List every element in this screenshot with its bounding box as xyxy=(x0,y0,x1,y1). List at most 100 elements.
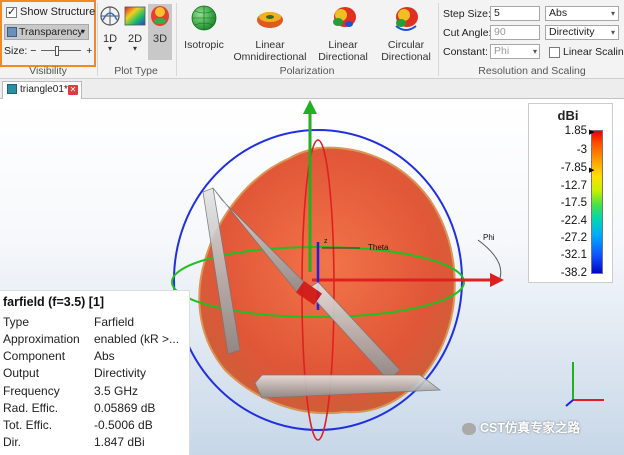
size-label: Size: xyxy=(4,45,28,57)
circular-pattern-icon xyxy=(395,7,418,31)
colorbar-legend: dBi 1.85 -3 -7.85 -12.7 -17.5 -22.4 -27.… xyxy=(528,103,613,283)
info-row-type: Type Farfield xyxy=(3,315,135,329)
tab-triangle01[interactable]: triangle01* ✕ xyxy=(2,81,82,99)
info-row-frequency: Frequency 3.5 GHz xyxy=(3,384,139,398)
step-size-label: Step Size: xyxy=(443,8,491,20)
plot-type-3d-label: 3D xyxy=(152,33,168,45)
info-row-output: Output Directivity xyxy=(3,366,147,380)
info-panel-title: farfield (f=3.5) [1] xyxy=(3,295,105,309)
isotropic-label: Isotropic xyxy=(184,39,224,51)
colorbar-tick: 1.85 xyxy=(564,125,587,137)
x-axis-arrow xyxy=(490,273,504,287)
linear-scaling-label: Linear Scaling xyxy=(563,46,624,58)
ribbon-separator xyxy=(438,3,439,76)
size-decrease-button[interactable]: − xyxy=(30,45,36,57)
info-row-tot-effic: Tot. Effic. -0.5006 dB xyxy=(3,418,153,432)
torus-pattern-icon xyxy=(257,12,283,28)
size-slider[interactable] xyxy=(41,46,82,57)
constant-select-value: Phi xyxy=(494,45,510,57)
isotropic-button[interactable]: Isotropic xyxy=(180,4,228,51)
watermark: CST仿真专家之路 xyxy=(462,417,580,436)
colorbar-tick: -17.5 xyxy=(560,197,587,209)
show-structure-checkbox[interactable]: Show Structure xyxy=(6,5,96,18)
linear-omni-label-2: Omnidirectional xyxy=(233,51,307,63)
tab-label: triangle01* xyxy=(20,84,68,95)
circular-directional-button[interactable]: Circular Directional xyxy=(376,4,436,63)
plot-1d-icon xyxy=(100,6,120,26)
directional-pattern-icon xyxy=(333,7,356,27)
document-tab-strip: triangle01* ✕ xyxy=(0,79,624,99)
polarization-group-label: Polarization xyxy=(279,65,335,77)
phi-arc xyxy=(477,239,502,279)
chevron-down-icon: ▾ xyxy=(532,47,537,56)
linear-directional-button[interactable]: Linear Directional xyxy=(311,4,375,63)
colorbar-tick: -38.2 xyxy=(560,267,587,279)
farfield-info-panel: farfield (f=3.5) [1] Type Farfield Approx… xyxy=(0,290,190,455)
linear-scaling-checkbox[interactable]: Linear Scaling xyxy=(549,46,624,58)
transparency-label: Transparency xyxy=(19,26,83,38)
chevron-down-icon: ▾ xyxy=(80,27,85,36)
circular-directional-label-2: Directional xyxy=(381,51,431,63)
watermark-text: CST仿真专家之路 xyxy=(480,421,581,435)
step-size-input[interactable]: 5 xyxy=(490,6,540,21)
chevron-down-icon: ▾ xyxy=(610,9,615,18)
plot-2d-icon xyxy=(124,6,146,26)
farfield-doc-icon xyxy=(7,84,17,95)
info-row-rad-effic: Rad. Effic. 0.05869 dB xyxy=(3,401,156,415)
ribbon-separator xyxy=(176,3,177,76)
colorbar-gradient xyxy=(591,130,603,274)
cut-angle-input[interactable]: 90 xyxy=(490,25,540,40)
max-marker-icon: ▶ xyxy=(589,129,595,136)
chevron-down-icon: ▾ xyxy=(107,44,112,53)
output-select[interactable]: Directivity ▾ xyxy=(545,25,619,40)
orientation-triad xyxy=(565,362,604,407)
info-row-dir: Dir. 1.847 dBi xyxy=(3,435,145,449)
resolution-group-label: Resolution and Scaling xyxy=(478,65,586,77)
transparency-button[interactable]: Transparency ▾ xyxy=(4,24,89,40)
checkbox-checked-icon xyxy=(6,5,17,18)
component-select[interactable]: Abs ▾ xyxy=(545,6,619,21)
plot-type-3d-button[interactable]: 3D xyxy=(148,4,172,60)
y-axis-arrow xyxy=(303,100,317,114)
chevron-down-icon: ▾ xyxy=(132,44,137,53)
ribbon: Show Structure Transparency ▾ Size: − + … xyxy=(0,0,624,79)
plot-type-1d-button[interactable]: 1D ▾ xyxy=(98,4,122,53)
size-increase-button[interactable]: + xyxy=(86,45,92,57)
visibility-group-label: Visibility xyxy=(29,65,67,77)
info-row-component: Component Abs xyxy=(3,349,115,363)
wechat-icon xyxy=(462,422,476,435)
colorbar-tick: -22.4 xyxy=(560,215,587,227)
z-axis-label: z xyxy=(324,238,328,245)
phi-axis-label: Phi xyxy=(483,233,495,242)
colorbar-tick: -32.1 xyxy=(560,249,587,261)
linear-directional-label-2: Directional xyxy=(318,51,368,63)
colorbar-tick: -27.2 xyxy=(560,232,587,244)
transparency-icon xyxy=(7,27,17,38)
plot-3d-icon xyxy=(151,6,169,26)
chevron-down-icon: ▾ xyxy=(610,28,615,37)
colorbar-unit: dBi xyxy=(557,108,579,123)
linear-omni-label-1: Linear xyxy=(255,39,285,51)
close-tab-icon[interactable]: ✕ xyxy=(68,85,78,95)
plot-type-2d-button[interactable]: 2D ▾ xyxy=(123,4,147,53)
cut-angle-label: Cut Angle: xyxy=(443,27,492,39)
theta-axis-label: Theta xyxy=(368,243,389,252)
colorbar-tick: -3 xyxy=(576,144,587,156)
show-structure-label: Show Structure xyxy=(20,6,96,18)
output-select-value: Directivity xyxy=(549,26,595,38)
linear-directional-label-1: Linear xyxy=(328,39,358,51)
component-select-value: Abs xyxy=(549,7,568,19)
circular-directional-label-1: Circular xyxy=(387,39,425,51)
isotropic-sphere-icon xyxy=(191,5,217,31)
size-control: Size: − + xyxy=(4,45,92,57)
constant-select[interactable]: Phi ▾ xyxy=(490,44,540,59)
checkbox-unchecked-icon xyxy=(549,46,560,58)
current-marker-icon: ▶ xyxy=(589,167,595,174)
constant-label: Constant: xyxy=(443,46,488,58)
size-slider-thumb[interactable] xyxy=(55,46,60,57)
colorbar-tick: -7.85 xyxy=(560,162,587,174)
colorbar-tick: -12.7 xyxy=(560,180,587,192)
linear-omnidirectional-button[interactable]: Linear Omnidirectional xyxy=(233,4,307,63)
info-row-approximation: Approximation enabled (kR >... xyxy=(3,332,180,346)
plot-type-group-label: Plot Type xyxy=(114,65,158,77)
